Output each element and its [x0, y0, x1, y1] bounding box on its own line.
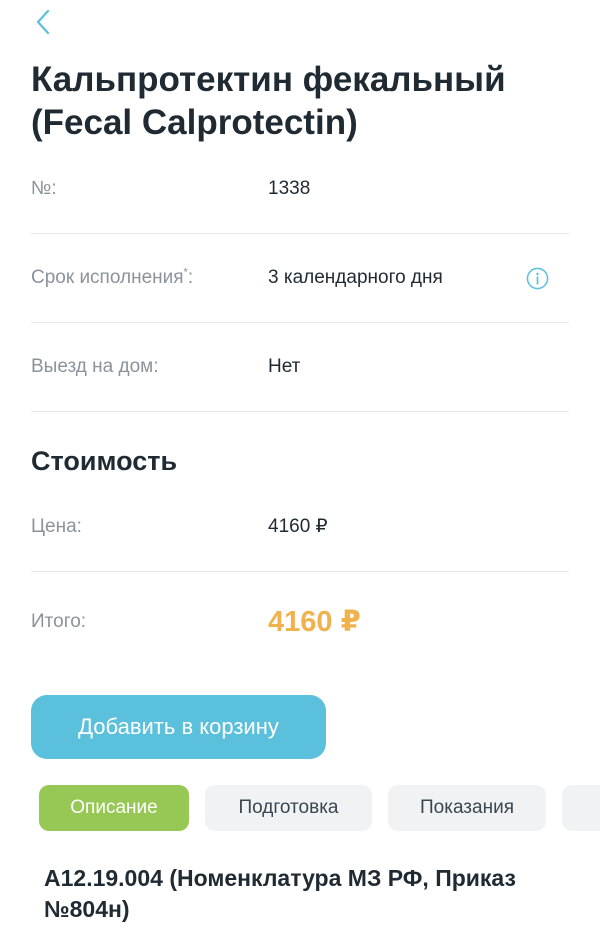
total-row: Итого: 4160 ₽: [31, 578, 569, 666]
price-label: Цена:: [31, 516, 82, 537]
cost-section-title: Стоимость: [31, 446, 178, 476]
duration-label-colon: :: [187, 267, 194, 288]
price-row: Цена: 4160 ₽: [31, 483, 569, 572]
page-title: Кальпротектин фекальный (Fecal Calprotec…: [31, 60, 506, 142]
nomenclature-code: А12.19.004 (Номенклатура МЗ РФ, Приказ №…: [44, 865, 516, 922]
tab-preparation[interactable]: Подготовка: [205, 785, 372, 831]
tab-bar: Описание Подготовка Показания: [0, 785, 600, 831]
detail-row-duration: Срок исполнения*: 3 календарного дня: [31, 234, 569, 323]
detail-row-number: №: 1338: [31, 145, 569, 234]
price-value: 4160 ₽: [268, 516, 328, 537]
home-visit-value: Нет: [268, 356, 301, 377]
duration-label: Срок исполнения*:: [31, 234, 193, 322]
duration-label-text: Срок исполнения: [31, 267, 184, 288]
add-to-cart-button[interactable]: Добавить в корзину: [31, 695, 326, 759]
chevron-left-icon: [36, 9, 50, 35]
tab-description[interactable]: Описание: [39, 785, 189, 831]
info-icon[interactable]: [526, 267, 549, 290]
home-visit-label: Выезд на дом:: [31, 356, 159, 377]
tab-indications[interactable]: Показания: [388, 785, 546, 831]
total-label: Итого:: [31, 611, 87, 632]
duration-value: 3 календарного дня: [268, 267, 443, 288]
detail-row-home-visit: Выезд на дом: Нет: [31, 323, 569, 412]
number-value: 1338: [268, 178, 311, 199]
tab-more[interactable]: [562, 785, 600, 831]
back-button[interactable]: [26, 4, 62, 40]
total-value: 4160 ₽: [268, 606, 361, 638]
number-label: №:: [31, 178, 57, 199]
